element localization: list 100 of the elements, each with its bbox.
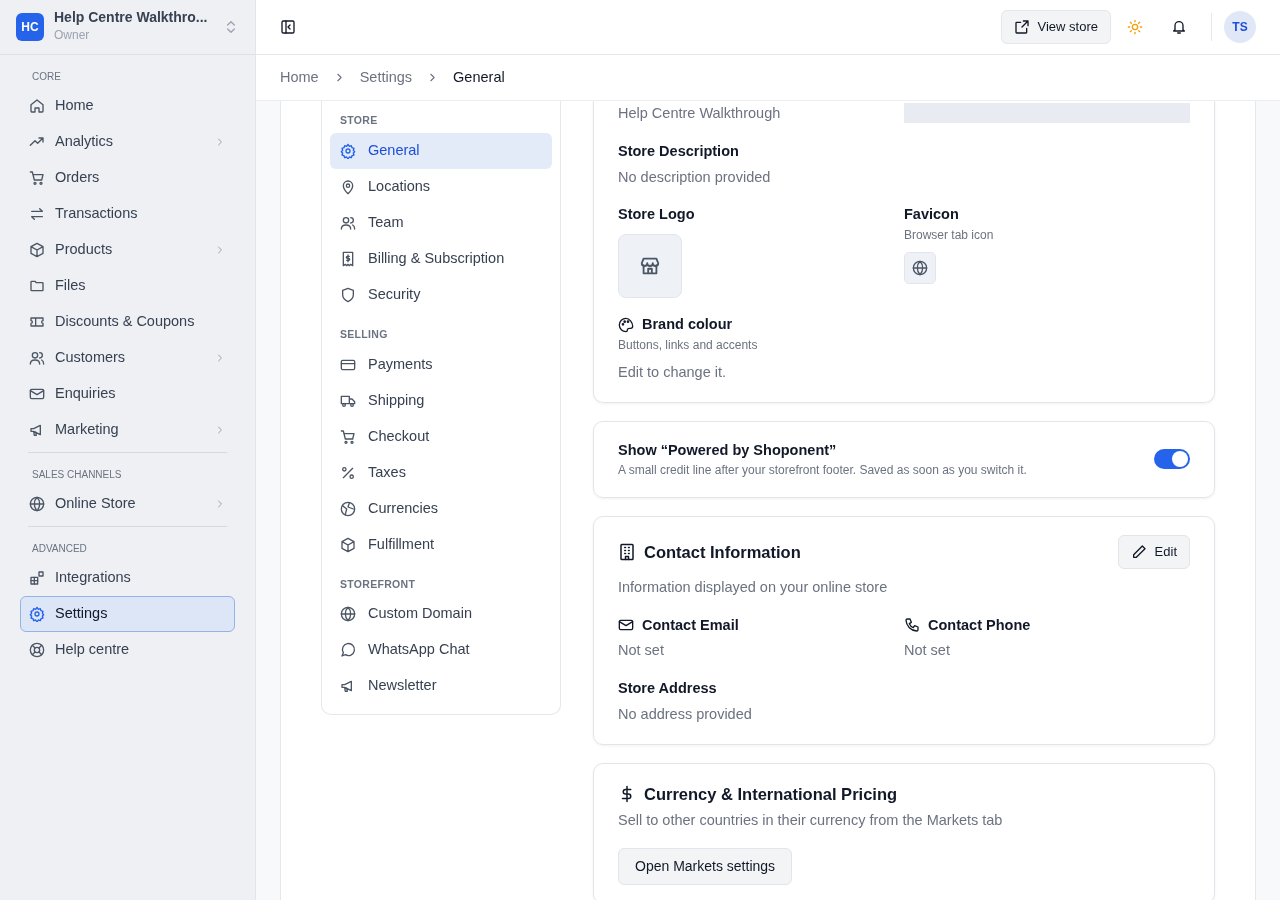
settings-icon bbox=[29, 606, 45, 622]
field-label: Store Description bbox=[618, 141, 740, 161]
globe-icon bbox=[340, 606, 356, 623]
users-icon bbox=[29, 350, 45, 366]
logo-upload[interactable] bbox=[618, 234, 682, 298]
pencil-icon bbox=[1130, 544, 1147, 560]
setting-description: A small credit line after your storefront footer. Saved as soon as you switch it. bbox=[618, 462, 1028, 480]
ticket-icon bbox=[29, 314, 45, 330]
users-icon bbox=[340, 214, 356, 231]
blocks-icon bbox=[29, 570, 45, 586]
section-heading: CORE bbox=[31, 70, 62, 84]
settings-menu-item[interactable]: Fulfillment bbox=[330, 526, 552, 563]
settings-menu-item[interactable]: Team bbox=[330, 204, 552, 241]
field-hint: Buttons, links and accents bbox=[618, 336, 759, 354]
sidebar-toggle-icon bbox=[280, 19, 296, 35]
sidebar-item[interactable]: Products bbox=[20, 232, 235, 268]
coin-icon bbox=[340, 500, 356, 517]
sidebar-item[interactable]: Marketing bbox=[20, 412, 235, 448]
building-icon bbox=[618, 543, 636, 561]
sidebar-item[interactable]: Home bbox=[20, 88, 235, 124]
sidebar-toggle-button[interactable] bbox=[280, 19, 296, 35]
sidebar-item[interactable]: Analytics bbox=[20, 124, 235, 160]
card-subtitle: Information displayed on your online store bbox=[618, 578, 888, 595]
settings-menu-item[interactable]: Shipping bbox=[330, 382, 552, 419]
sidebar-item[interactable]: Customers bbox=[20, 340, 235, 376]
card-subtitle: Sell to other countries in their currency from the Markets tab bbox=[618, 812, 1003, 829]
field-value: No address provided bbox=[618, 705, 752, 722]
shield-icon bbox=[340, 286, 356, 303]
box-icon bbox=[340, 536, 356, 553]
sidebar-item[interactable]: Files bbox=[20, 268, 235, 304]
store-switcher[interactable]: HC Help Centre Walkthro... Owner bbox=[0, 0, 255, 55]
sidebar-item[interactable]: Discounts & Coupons bbox=[20, 304, 235, 340]
settings-menu-item[interactable]: Newsletter bbox=[330, 668, 552, 705]
sidebar-item[interactable]: Online Store bbox=[20, 486, 235, 522]
field-label: Store Address bbox=[618, 679, 718, 698]
field-value: Not set bbox=[904, 642, 950, 659]
external-link-icon bbox=[1013, 19, 1030, 35]
store-name: Help Centre Walkthro... bbox=[54, 10, 209, 26]
phone-icon bbox=[904, 617, 920, 634]
settings-menu-item[interactable]: Billing & Subscription bbox=[330, 240, 552, 277]
settings-menu-item[interactable]: General bbox=[330, 132, 552, 169]
favicon-upload[interactable] bbox=[904, 252, 936, 284]
toggle-switch[interactable] bbox=[1154, 449, 1190, 470]
sidebar-item[interactable]: Integrations bbox=[20, 560, 235, 596]
sidebar-item[interactable]: Enquiries bbox=[20, 376, 235, 412]
settings-menu-item[interactable]: WhatsApp Chat bbox=[330, 632, 552, 669]
settings-menu-item[interactable]: Currencies bbox=[330, 490, 552, 527]
cart-icon bbox=[340, 428, 356, 445]
section-heading: SALES CHANNELS bbox=[31, 468, 123, 482]
sun-icon bbox=[1127, 19, 1143, 35]
store-avatar: HC bbox=[16, 13, 44, 41]
settings-icon bbox=[340, 142, 356, 159]
globe-icon bbox=[912, 260, 928, 276]
box-icon bbox=[29, 242, 45, 258]
field-hint: Browser tab icon bbox=[904, 227, 995, 244]
store-role: Owner bbox=[54, 26, 91, 44]
store-icon bbox=[639, 255, 661, 277]
settings-menu-item[interactable]: Locations bbox=[330, 168, 552, 205]
bell-icon bbox=[1171, 19, 1187, 35]
lifebuoy-icon bbox=[29, 642, 45, 658]
settings-menu-item[interactable]: Checkout bbox=[330, 418, 552, 455]
card-title: Contact Information bbox=[644, 541, 801, 563]
settings-menu-item[interactable]: Payments bbox=[330, 346, 552, 383]
open-markets-button[interactable]: Open Markets settings bbox=[618, 848, 793, 885]
menu-heading: STOREFRONT bbox=[339, 576, 417, 592]
user-avatar[interactable]: TS bbox=[1224, 11, 1256, 43]
settings-menu-item[interactable]: Taxes bbox=[330, 454, 552, 491]
house-icon bbox=[29, 98, 45, 114]
settings-menu-item[interactable]: Custom Domain bbox=[330, 596, 552, 633]
menu-heading: STORE bbox=[339, 113, 379, 128]
edit-button[interactable]: Edit bbox=[1117, 535, 1190, 569]
view-store-button[interactable]: View store bbox=[1000, 10, 1111, 44]
sidebar-item[interactable]: Help centre bbox=[20, 632, 235, 668]
sidebar-item[interactable]: Transactions bbox=[20, 196, 235, 232]
mail-icon bbox=[29, 386, 45, 402]
percent-icon bbox=[340, 464, 356, 481]
field-label: Contact Phone bbox=[928, 615, 1031, 635]
field-label: Store Logo bbox=[618, 205, 696, 225]
map-pin-icon bbox=[340, 178, 356, 195]
swap-icon bbox=[29, 206, 45, 222]
card-title: Currency & International Pricing bbox=[644, 783, 898, 805]
receipt-icon bbox=[340, 250, 356, 267]
sidebar-item[interactable]: Settings bbox=[20, 596, 235, 632]
settings-menu-item[interactable]: Security bbox=[330, 276, 552, 313]
breadcrumb-link[interactable]: Settings bbox=[359, 66, 413, 89]
breadcrumb-link[interactable]: Home bbox=[280, 66, 319, 89]
section-heading: ADVANCED bbox=[31, 542, 88, 556]
field-label: Contact Email bbox=[642, 615, 739, 635]
menu-heading: SELLING bbox=[339, 326, 389, 342]
field-label: Favicon bbox=[904, 205, 960, 225]
field-label: Brand colour bbox=[642, 315, 733, 334]
chat-bubble-icon bbox=[340, 642, 356, 659]
sidebar-item[interactable]: Orders bbox=[20, 160, 235, 196]
folder-icon bbox=[29, 278, 45, 294]
store-name-value: Help Centre Walkthrough bbox=[618, 104, 782, 123]
cart-icon bbox=[29, 170, 45, 186]
field-value: Not set bbox=[618, 642, 664, 659]
setting-title: Show “Powered by Shoponent” bbox=[618, 440, 838, 460]
palette-icon bbox=[618, 316, 634, 333]
breadcrumb-current: General bbox=[453, 67, 505, 87]
